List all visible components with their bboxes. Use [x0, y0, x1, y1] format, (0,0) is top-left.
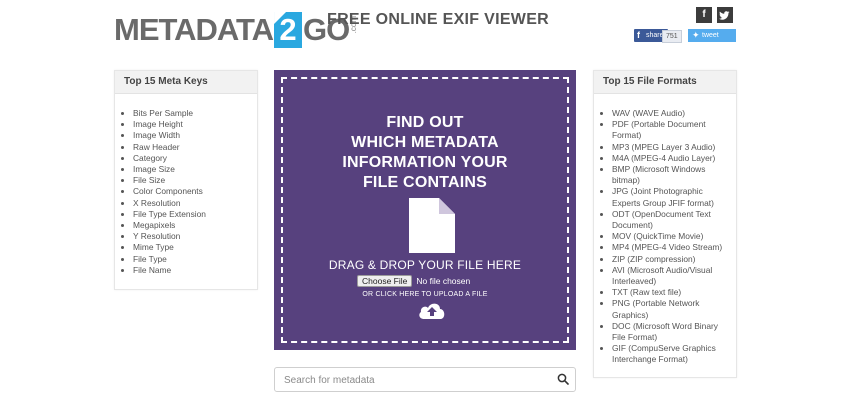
- meta-keys-list: Bits Per Sample Image Height Image Width…: [115, 94, 257, 286]
- file-icon: [409, 198, 455, 253]
- meta-key-item[interactable]: Y Resolution: [133, 231, 251, 242]
- file-format-item[interactable]: JPG (Joint Photographic Experts Group JF…: [612, 186, 730, 208]
- meta-key-item[interactable]: Image Width: [133, 130, 251, 141]
- file-format-item[interactable]: M4A (MPEG-4 Audio Layer): [612, 153, 730, 164]
- twitter-icon[interactable]: [717, 7, 733, 23]
- search-input[interactable]: [275, 368, 556, 393]
- twitter-small-icon: ✦: [692, 30, 700, 40]
- choose-file-button[interactable]: Choose File: [357, 275, 413, 287]
- tweet-label: tweet: [702, 32, 719, 39]
- click-upload-text[interactable]: OR CLICK HERE TO UPLOAD A FILE: [283, 291, 567, 298]
- file-format-item[interactable]: BMP (Microsoft Windows bitmap): [612, 164, 730, 186]
- meta-key-item[interactable]: File Size: [133, 175, 251, 186]
- file-format-item[interactable]: PNG (Portable Network Graphics): [612, 298, 730, 320]
- facebook-small-icon: f: [637, 30, 640, 40]
- file-format-item[interactable]: GIF (CompuServe Graphics Interchange For…: [612, 343, 730, 365]
- file-format-item[interactable]: MP3 (MPEG Layer 3 Audio): [612, 142, 730, 153]
- dropzone-heading-line: INFORMATION YOUR: [342, 154, 508, 171]
- file-status-text: No file chosen: [416, 276, 471, 286]
- dropzone-heading-line: WHICH METADATA: [351, 134, 499, 151]
- meta-key-item[interactable]: File Type: [133, 254, 251, 265]
- dropzone-heading-line: FIND OUT: [386, 114, 464, 131]
- share-count: 751: [662, 30, 682, 43]
- file-format-item[interactable]: ODT (OpenDocument Text Document): [612, 209, 730, 231]
- meta-key-item[interactable]: Image Height: [133, 119, 251, 130]
- meta-key-item[interactable]: Megapixels: [133, 220, 251, 231]
- file-format-item[interactable]: AVI (Microsoft Audio/Visual Interleaved): [612, 265, 730, 287]
- meta-key-item[interactable]: X Resolution: [133, 198, 251, 209]
- meta-keys-panel: Top 15 Meta Keys Bits Per Sample Image H…: [114, 70, 258, 290]
- site-logo[interactable]: METADATA 2 GO .com: [114, 12, 358, 48]
- meta-key-item[interactable]: Mime Type: [133, 242, 251, 253]
- file-format-item[interactable]: DOC (Microsoft Word Binary File Format): [612, 321, 730, 343]
- logo-number-badge: 2: [274, 12, 303, 48]
- cloud-upload-icon[interactable]: [418, 300, 446, 320]
- file-format-item[interactable]: PDF (Portable Document Format): [612, 119, 730, 141]
- file-dropzone[interactable]: FIND OUT WHICH METADATA INFORMATION YOUR…: [274, 70, 576, 350]
- twitter-bird-icon: [719, 11, 730, 20]
- meta-keys-title: Top 15 Meta Keys: [115, 71, 257, 94]
- tweet-button[interactable]: ✦ tweet: [688, 29, 736, 42]
- meta-key-item[interactable]: Category: [133, 153, 251, 164]
- drag-drop-text: DRAG & DROP YOUR FILE HERE: [328, 258, 522, 272]
- file-formats-panel: Top 15 File Formats WAV (WAVE Audio) PDF…: [593, 70, 737, 378]
- share-label: share: [646, 32, 664, 39]
- file-format-item[interactable]: TXT (Raw text file): [612, 287, 730, 298]
- dropzone-dashed-border: FIND OUT WHICH METADATA INFORMATION YOUR…: [281, 77, 569, 343]
- file-format-item[interactable]: MP4 (MPEG-4 Video Stream): [612, 242, 730, 253]
- meta-key-item[interactable]: Bits Per Sample: [133, 108, 251, 119]
- file-formats-title: Top 15 File Formats: [594, 71, 736, 94]
- file-format-item[interactable]: WAV (WAVE Audio): [612, 108, 730, 119]
- logo-text-metadata: METADATA: [114, 12, 274, 47]
- file-format-item[interactable]: ZIP (ZIP compression): [612, 254, 730, 265]
- page-title: FREE ONLINE EXIF VIEWER: [327, 11, 550, 28]
- file-format-item[interactable]: MOV (QuickTime Movie): [612, 231, 730, 242]
- dropzone-heading-line: FILE CONTAINS: [362, 174, 488, 191]
- meta-key-item[interactable]: File Type Extension: [133, 209, 251, 220]
- file-input[interactable]: Choose File No file chosen: [357, 275, 470, 287]
- meta-key-item[interactable]: Color Components: [133, 186, 251, 197]
- search-icon[interactable]: [557, 373, 569, 385]
- meta-key-item[interactable]: File Name: [133, 265, 251, 276]
- meta-key-item[interactable]: Image Size: [133, 164, 251, 175]
- meta-key-item[interactable]: Raw Header: [133, 142, 251, 153]
- file-formats-list: WAV (WAVE Audio) PDF (Portable Document …: [594, 94, 736, 376]
- metadata-search: [274, 367, 576, 393]
- dropzone-heading: FIND OUT WHICH METADATA INFORMATION YOUR…: [283, 113, 567, 193]
- facebook-icon[interactable]: f: [696, 7, 712, 23]
